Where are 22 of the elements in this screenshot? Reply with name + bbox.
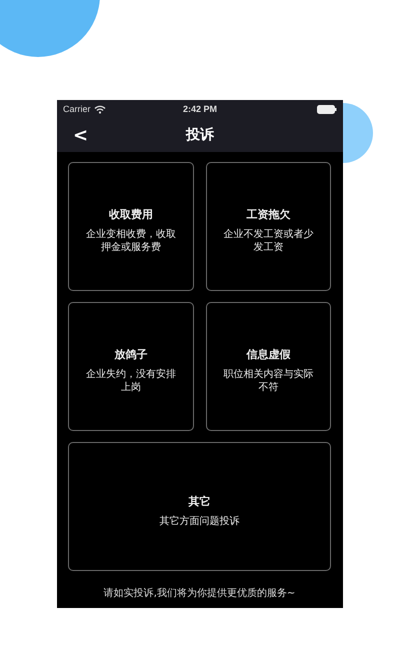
carrier-label: Carrier bbox=[63, 104, 91, 114]
category-title: 收取费用 bbox=[108, 207, 153, 222]
status-time: 2:42 PM bbox=[183, 104, 217, 114]
wifi-icon bbox=[94, 104, 106, 114]
page-title: 投诉 bbox=[186, 126, 214, 144]
category-card[interactable]: 其它 其它方面问题投诉 bbox=[68, 442, 331, 571]
category-description: 其它方面问题投诉 bbox=[160, 514, 240, 528]
category-title: 信息虚假 bbox=[246, 347, 290, 362]
category-description: 企业失约，没有安排上岗 bbox=[84, 368, 177, 394]
category-card[interactable]: 放鸽子 企业失约，没有安排上岗 bbox=[68, 302, 194, 431]
category-title: 工资拖欠 bbox=[246, 207, 290, 222]
back-button[interactable]: < bbox=[69, 124, 92, 146]
category-card[interactable]: 工资拖欠 企业不发工资或者少发工资 bbox=[206, 162, 331, 291]
category-title: 放鸽子 bbox=[114, 347, 148, 362]
category-card[interactable]: 收取费用 企业变相收费，收取押金或服务费 bbox=[68, 162, 194, 291]
footer-note: 请如实投诉,我们将为你提供更优质的服务~ bbox=[102, 586, 296, 600]
category-description: 企业变相收费，收取押金或服务费 bbox=[84, 228, 177, 254]
category-title: 其它 bbox=[188, 494, 210, 508]
category-description: 职位相关内容与实际不符 bbox=[222, 368, 314, 394]
category-card[interactable]: 信息虚假 职位相关内容与实际不符 bbox=[206, 302, 331, 431]
battery-icon bbox=[317, 104, 337, 114]
category-description: 企业不发工资或者少发工资 bbox=[222, 228, 314, 254]
